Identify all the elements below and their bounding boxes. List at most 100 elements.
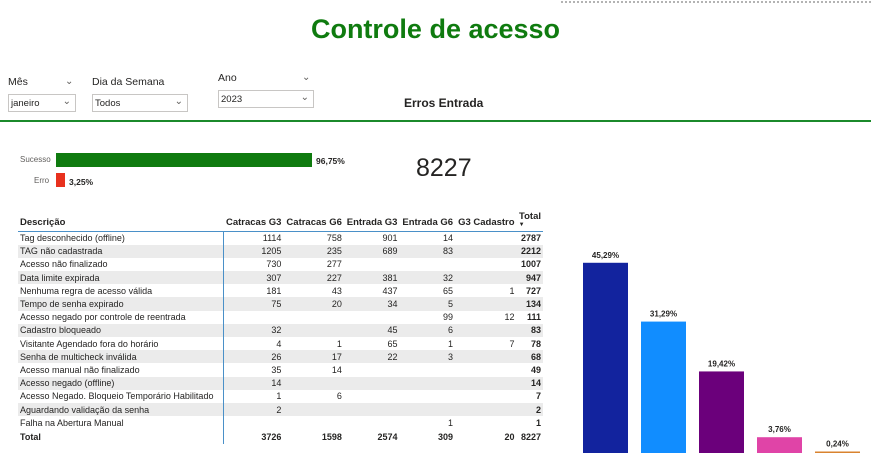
column-header-g3-cadastro[interactable]: G3 Cadastro xyxy=(455,211,517,232)
column-header-descricao[interactable]: Descrição xyxy=(18,211,223,232)
table-row[interactable]: Senha de multicheck inválida 26 17 22 3 68 xyxy=(18,350,543,364)
table-cell xyxy=(455,390,517,403)
chevron-down-icon[interactable]: ⌄ xyxy=(302,72,310,83)
table-cell: 34 xyxy=(343,297,400,311)
table-cell-total: 83 xyxy=(516,323,543,337)
table-row[interactable]: Acesso negado por controle de reentrada 9… xyxy=(18,310,543,324)
table-total-cell: 1598 xyxy=(321,431,342,442)
table-cell: 83 xyxy=(399,244,456,258)
slicer-ano-dropdown[interactable]: 2023 ⌄ xyxy=(218,90,314,108)
table-cell: 730 xyxy=(266,259,282,270)
table-row[interactable]: Cadastro bloqueado 32 45 6 83 xyxy=(18,323,543,337)
table-row[interactable]: Tempo de senha expirado 75 20 34 5 134 xyxy=(18,297,543,311)
chevron-down-icon: ⌄ xyxy=(300,92,309,103)
bar-label-sucesso: Sucesso xyxy=(20,155,51,164)
column-bar[interactable] xyxy=(641,321,686,453)
bar-label-erro: Erro xyxy=(34,176,50,185)
table-row[interactable]: Falha na Abertura Manual 1 1 xyxy=(18,416,543,430)
chevron-down-icon[interactable]: ⌄ xyxy=(65,76,73,87)
table-cell xyxy=(283,311,343,324)
table-cell: 43 xyxy=(331,285,342,296)
table-row[interactable]: Tag desconhecido (offline) 1114 758 901 14 27… xyxy=(18,231,543,245)
slicer-mes-dropdown[interactable]: janeiro ⌄ xyxy=(8,94,76,112)
table-cell-total: 2212 xyxy=(516,244,543,258)
errors-column-chart: 45,29% 31,29% 19,42% 3,76% 0,24% xyxy=(583,251,860,454)
table-cell-total: 68 xyxy=(516,350,543,364)
table-cell: 1 xyxy=(509,285,515,296)
table-cell-descricao: TAG não cadastrada xyxy=(18,244,224,258)
column-header-entrada-g3[interactable]: Entrada G3 xyxy=(343,211,400,232)
table-cell: 2 xyxy=(223,402,284,417)
table-row[interactable]: Acesso negado (offline) 14 14 xyxy=(18,376,543,390)
column-header-catracas-g3[interactable]: Catracas G3 xyxy=(223,211,284,232)
table-cell: 1 xyxy=(448,338,454,349)
table-cell-descricao: Aguardando validação da senha xyxy=(18,402,224,417)
column-header-entrada-g6[interactable]: Entrada G6 xyxy=(399,211,456,232)
table-row[interactable]: Aguardando validação da senha 2 2 xyxy=(18,402,543,417)
column-data-label: 0,24% xyxy=(826,440,849,449)
table-row[interactable]: Data limite expirada 307 227 381 32 947 xyxy=(18,271,543,285)
table-cell xyxy=(344,390,400,403)
table-cell xyxy=(455,232,517,245)
table-cell-descricao: Nenhuma regra de acesso válida xyxy=(18,284,224,298)
top-decoration xyxy=(560,0,871,4)
table-cell: 14 xyxy=(443,233,454,244)
table-cell-total: 2 xyxy=(516,402,543,417)
table-total-cell: 2574 xyxy=(377,431,398,442)
slicer-ano-label: Ano xyxy=(218,72,237,84)
table-cell: 235 xyxy=(283,244,344,258)
table-row[interactable]: Acesso manual não finalizado 35 14 49 xyxy=(18,363,543,377)
table-cell: 381 xyxy=(343,271,400,285)
table-cell: 901 xyxy=(382,233,398,244)
table-cell-descricao: Acesso Negado. Bloqueio Temporário Habil… xyxy=(18,389,224,403)
table-total-cell: 3726 xyxy=(261,431,282,442)
table-cell: 14 xyxy=(331,364,342,375)
column-bar[interactable] xyxy=(815,451,860,454)
table-row[interactable]: TAG não cadastrada 1205 235 689 83 2212 xyxy=(18,244,543,258)
table-row[interactable]: Acesso não finalizado 730 277 1007 xyxy=(18,257,543,272)
table-cell xyxy=(399,258,455,271)
column-header-total[interactable]: Total ▼ xyxy=(516,211,543,232)
table-cell: 437 xyxy=(382,285,398,296)
table-cell xyxy=(455,402,517,417)
table-cell-total: 7 xyxy=(535,391,541,402)
table-row[interactable]: Nenhuma regra de acesso válida 181 43 437 65… xyxy=(18,284,543,298)
slicer-ano: Ano ⌄ 2023 ⌄ xyxy=(218,72,314,110)
table-cell: 7 xyxy=(509,338,515,349)
table-cell-total: 14 xyxy=(516,376,543,390)
table-cell: 307 xyxy=(223,271,284,285)
table-cell-total: 727 xyxy=(525,285,541,296)
column-bar[interactable] xyxy=(583,262,628,453)
table-cell-descricao: Senha de multicheck inválida xyxy=(18,350,224,364)
table-total-cell: 309 xyxy=(438,431,454,442)
slicer-dia-semana: Dia da Semana Todos ⌄ xyxy=(92,76,188,114)
slicer-dia-semana-dropdown[interactable]: Todos ⌄ xyxy=(92,94,188,112)
column-header-catracas-g6[interactable]: Catracas G6 xyxy=(283,211,344,232)
table-cell: 3 xyxy=(399,350,456,364)
table-cell: 17 xyxy=(283,350,344,364)
kpi-total-erros: 8227 xyxy=(416,154,472,182)
column-data-label: 3,76% xyxy=(768,425,791,434)
table-cell xyxy=(344,258,400,271)
table-cell-descricao: Acesso manual não finalizado xyxy=(18,363,224,377)
column-bar[interactable] xyxy=(699,371,744,453)
slicer-dia-semana-label: Dia da Semana xyxy=(92,76,165,88)
table-cell xyxy=(343,376,400,390)
bar-erro[interactable] xyxy=(56,173,65,187)
table-cell-total: 134 xyxy=(516,297,543,311)
table-cell-descricao: Acesso negado (offline) xyxy=(18,376,224,390)
table-cell xyxy=(283,402,344,417)
column-bar[interactable] xyxy=(757,437,802,453)
bar-sucesso[interactable] xyxy=(56,153,312,167)
bar-value-sucesso: 96,75% xyxy=(316,156,345,166)
table-row[interactable]: Acesso Negado. Bloqueio Temporário Habil… xyxy=(18,389,543,403)
table-cell: 277 xyxy=(326,259,342,270)
table-cell xyxy=(455,244,517,258)
bar-value-erro: 3,25% xyxy=(69,177,94,187)
table-row[interactable]: Visitante Agendado fora do horário 4 1 65 1 7… xyxy=(18,337,543,351)
table-cell: 1 xyxy=(276,391,282,402)
table-cell-descricao: Visitante Agendado fora do horário xyxy=(18,337,224,351)
table-cell: 5 xyxy=(399,297,456,311)
table-cell-descricao: Tempo de senha expirado xyxy=(18,297,224,311)
table-cell xyxy=(343,402,400,417)
